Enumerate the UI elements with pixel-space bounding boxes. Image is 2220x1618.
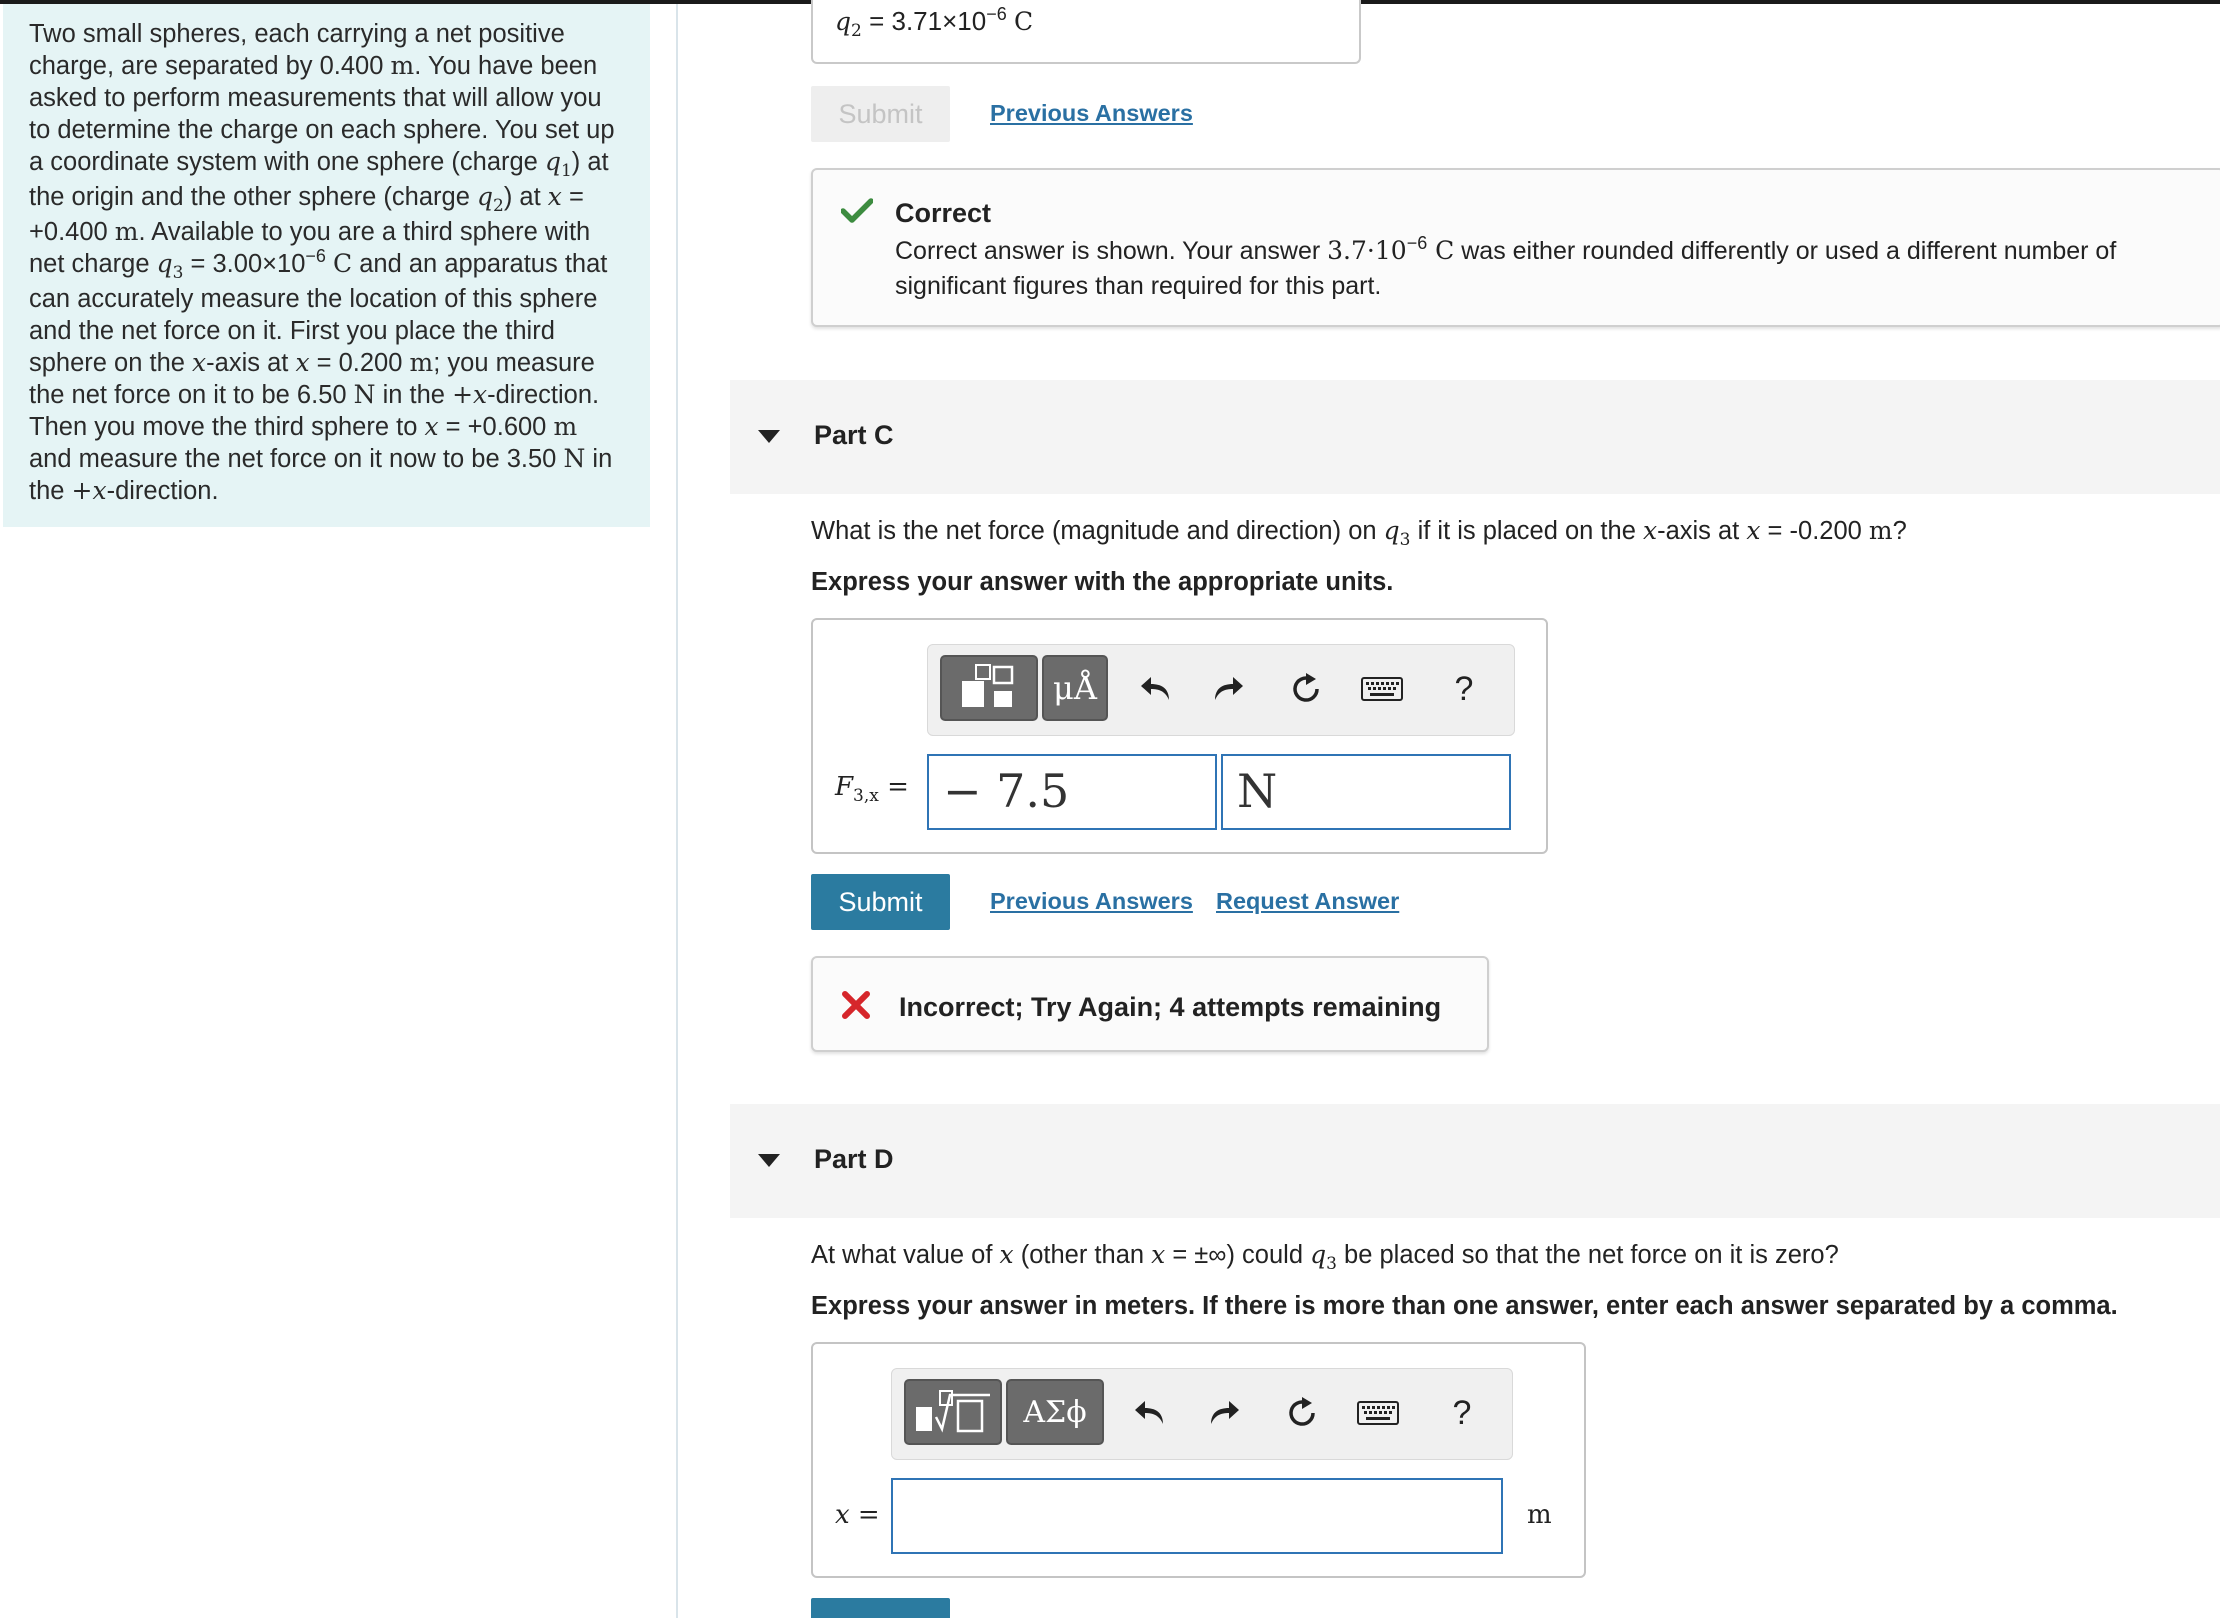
part-c-instruction: Express your answer with the appropriate…: [811, 568, 1394, 596]
reset-icon[interactable]: [1286, 669, 1326, 709]
part-c-request-answer-link[interactable]: Request Answer: [1216, 888, 1399, 915]
feedback-message: Correct answer is shown. Your answer 3.7…: [895, 233, 2117, 300]
part-c-toolbar: μÅ ?: [927, 644, 1515, 736]
templates-icon[interactable]: [940, 655, 1038, 721]
part-c-answer-box: μÅ ? F3,x = − 7.5 N: [811, 618, 1548, 854]
part-d-value-input[interactable]: [891, 1478, 1503, 1554]
units-button[interactable]: μÅ: [1042, 655, 1108, 721]
part-d-submit-button[interactable]: [811, 1598, 950, 1618]
part-b-previous-answer: q2 = 3.71×10−6 C: [811, 0, 1361, 64]
keyboard-icon[interactable]: [1360, 669, 1404, 709]
part-c-title: Part C: [814, 420, 894, 450]
greek-symbols-button[interactable]: ΑΣϕ: [1006, 1379, 1104, 1445]
checkmark-icon: [841, 198, 873, 223]
part-d-answer-box: ΑΣϕ ? x = m: [811, 1342, 1586, 1578]
feedback-title: Correct: [895, 198, 992, 228]
part-d-question: At what value of x (other than x = ±∞) c…: [811, 1240, 1839, 1274]
part-c-feedback-incorrect: Incorrect; Try Again; 4 attempts remaini…: [811, 956, 1489, 1052]
part-c-field-label: F3,x =: [835, 772, 909, 806]
part-d-field-label: x =: [835, 1500, 880, 1530]
reset-icon[interactable]: [1282, 1393, 1322, 1433]
part-c-previous-answers-link[interactable]: Previous Answers: [990, 888, 1193, 915]
close-icon: [842, 991, 870, 1019]
column-divider: [676, 4, 678, 1618]
part-c-value-input[interactable]: − 7.5: [927, 754, 1217, 830]
part-d-instruction: Express your answer in meters. If there …: [811, 1292, 2118, 1320]
sqrt-template-icon[interactable]: [904, 1379, 1002, 1445]
redo-icon[interactable]: [1208, 669, 1248, 709]
part-d-toolbar: ΑΣϕ ?: [891, 1368, 1513, 1460]
part-d-title: Part D: [814, 1144, 894, 1174]
help-icon[interactable]: ?: [1442, 1393, 1482, 1433]
part-d-header[interactable]: Part D: [730, 1104, 2220, 1218]
part-c-submit-button[interactable]: Submit: [811, 874, 950, 930]
help-icon[interactable]: ?: [1444, 669, 1484, 709]
part-c-question: What is the net force (magnitude and dir…: [811, 516, 1907, 550]
problem-statement: Two small spheres, each carrying a net p…: [3, 4, 650, 527]
part-d-unit-label: m: [1527, 1500, 1552, 1530]
keyboard-icon[interactable]: [1356, 1393, 1400, 1433]
part-b-feedback-correct: Correct Correct answer is shown. Your an…: [811, 168, 2220, 327]
part-c-header[interactable]: Part C: [730, 380, 2220, 494]
redo-icon[interactable]: [1204, 1393, 1244, 1433]
undo-icon[interactable]: [1130, 1393, 1170, 1433]
caret-down-icon: [758, 430, 780, 443]
caret-down-icon: [758, 1154, 780, 1167]
feedback-title: Incorrect; Try Again; 4 attempts remaini…: [899, 992, 1442, 1022]
part-b-submit-button[interactable]: Submit: [811, 86, 950, 142]
part-c-unit-input[interactable]: N: [1221, 754, 1511, 830]
part-b-previous-answers-link[interactable]: Previous Answers: [990, 100, 1193, 127]
undo-icon[interactable]: [1136, 669, 1176, 709]
